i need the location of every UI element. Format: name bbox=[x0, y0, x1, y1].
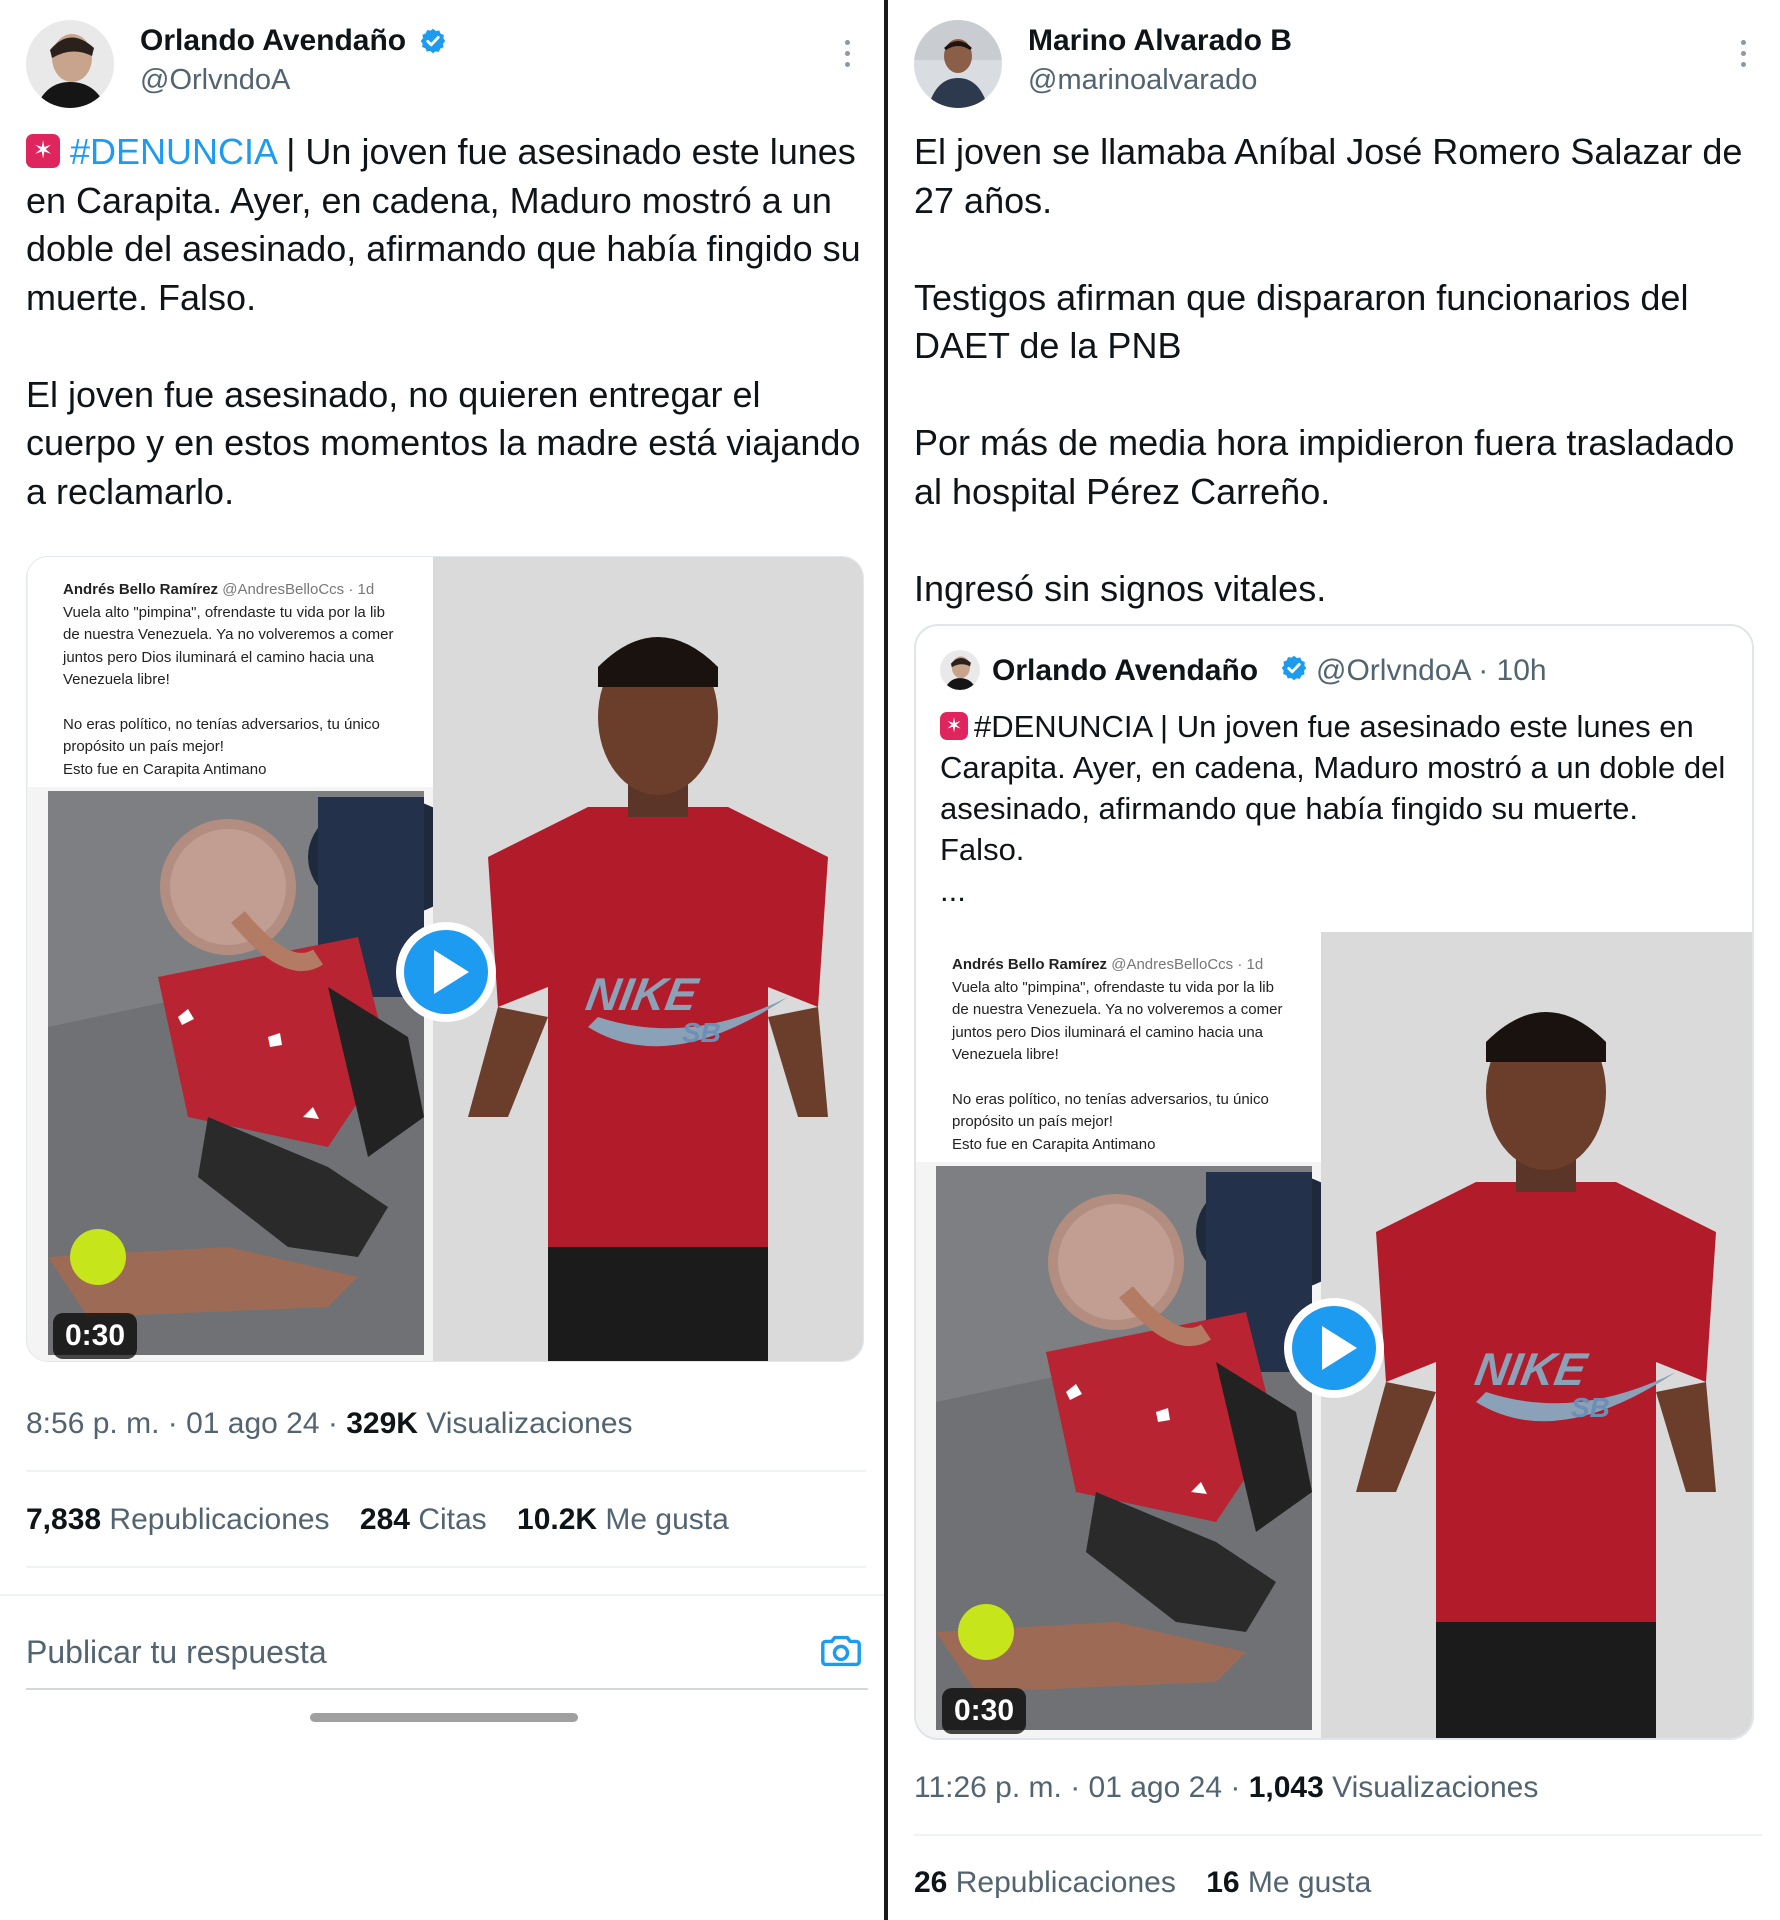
tweet-paragraph: Por más de media hora impidieron fuera t… bbox=[914, 422, 1735, 512]
tweet-meta: 8:56 p. m. · 01 ago 24 · 329K Visualizac… bbox=[26, 1407, 633, 1440]
quoted-tweet[interactable]: Orlando Avendaño @OrlvndoA · 10h #DENUNC… bbox=[914, 624, 1754, 1740]
quoted-hashtag: #DENUNCIA bbox=[974, 709, 1152, 744]
shirt-logo-sub: SB bbox=[1571, 1392, 1610, 1423]
views-label: Visualizaciones bbox=[1332, 1771, 1539, 1804]
video-duration: 0:30 bbox=[53, 1313, 138, 1359]
views-count: 329K bbox=[346, 1407, 418, 1440]
embedded-post-line: Esto fue en Carapita Antimano bbox=[952, 1135, 1156, 1153]
views-count: 1,043 bbox=[1248, 1771, 1324, 1804]
reposts-stat[interactable]: 26 Republicaciones bbox=[914, 1866, 1176, 1899]
likes-stat[interactable]: 10.2K Me gusta bbox=[517, 1503, 729, 1536]
tweet-paragraph: El joven se llamaba Aníbal José Romero S… bbox=[914, 131, 1743, 221]
left-tweet-panel: Orlando Avendaño @OrlvndoA #DENUNCIA | U… bbox=[0, 0, 884, 1920]
engagement-stats: 26 Republicaciones 16 Me gusta bbox=[914, 1866, 1371, 1900]
embedded-post-name: Andrés Bello Ramírez bbox=[63, 581, 219, 598]
tweet-text-p2: El joven fue asesinado, no quieren entre… bbox=[26, 373, 861, 512]
author-name[interactable]: Marino Alvarado B bbox=[1028, 24, 1292, 58]
author-avatar[interactable] bbox=[914, 20, 1002, 108]
embedded-post-line: propósito un país mejor! bbox=[63, 738, 224, 755]
home-indicator bbox=[310, 1713, 578, 1722]
embedded-post-line: propósito un país mejor! bbox=[952, 1113, 1113, 1130]
shirt-logo-sub: SB bbox=[682, 1017, 721, 1048]
author-name[interactable]: Orlando Avendaño bbox=[140, 24, 406, 58]
tweet-text: #DENUNCIA | Un joven fue asesinado este … bbox=[26, 128, 866, 516]
camera-icon[interactable] bbox=[818, 1628, 864, 1674]
quoted-tweet-text: #DENUNCIA | Un joven fue asesinado este … bbox=[940, 706, 1730, 911]
author-avatar[interactable] bbox=[26, 20, 114, 108]
divider bbox=[26, 1470, 866, 1472]
tweet-header: Orlando Avendaño @OrlvndoA bbox=[26, 16, 858, 108]
author-handle[interactable]: @OrlvndoA bbox=[140, 64, 290, 97]
divider bbox=[914, 1834, 1762, 1836]
play-icon[interactable] bbox=[394, 920, 498, 1024]
tweet-header: Marino Alvarado B @marinoalvarado bbox=[914, 16, 1754, 108]
embedded-post-line: Vuela alto "pimpina", ofrendaste tu vida… bbox=[63, 603, 385, 621]
divider bbox=[0, 1594, 884, 1596]
views-label: Visualizaciones bbox=[426, 1407, 633, 1440]
quotes-stat[interactable]: 284 Citas bbox=[360, 1503, 487, 1536]
embedded-post-line: de nuestra Venezuela. Ya no volveremos a… bbox=[63, 626, 394, 643]
embedded-post-name: Andrés Bello Ramírez bbox=[952, 956, 1108, 973]
tweet-date[interactable]: 01 ago 24 bbox=[186, 1407, 319, 1440]
quoted-author-avatar bbox=[940, 650, 980, 690]
tweet-paragraph: Testigos afirman que dispararon funciona… bbox=[914, 276, 1689, 367]
embedded-post-line: juntos pero Dios iluminará el camino hac… bbox=[63, 648, 375, 666]
quoted-author-handle: @OrlvndoA · 10h bbox=[1316, 654, 1547, 687]
quoted-ellipsis: ... bbox=[940, 873, 966, 908]
siren-emoji-icon bbox=[26, 134, 60, 168]
embedded-post: Andrés Bello Ramírez @AndresBelloCcs · 1… bbox=[952, 954, 1312, 1156]
embedded-post-handle: @AndresBelloCcs · 1d bbox=[1111, 956, 1264, 973]
embedded-post-line: juntos pero Dios iluminará el camino hac… bbox=[952, 1023, 1264, 1041]
video-media[interactable]: Andrés Bello Ramírez @AndresBelloCcs · 1… bbox=[26, 556, 864, 1362]
likes-stat[interactable]: 16 Me gusta bbox=[1206, 1866, 1371, 1899]
play-icon[interactable] bbox=[1282, 1296, 1386, 1400]
shirt-logo: NIKE bbox=[1471, 1343, 1591, 1395]
embedded-post-line: Venezuela libre! bbox=[63, 671, 170, 688]
tweet-text: El joven se llamaba Aníbal José Romero S… bbox=[914, 128, 1762, 613]
tweet-meta: 11:26 p. m. · 01 ago 24 · 1,043 Visualiz… bbox=[914, 1771, 1539, 1804]
verified-badge-icon bbox=[1280, 654, 1308, 682]
reply-input[interactable]: Publicar tu respuesta bbox=[26, 1634, 327, 1671]
embedded-post-line: No eras político, no tenías adversarios,… bbox=[952, 1090, 1269, 1108]
tweet-paragraph: Ingresó sin signos vitales. bbox=[914, 567, 1327, 609]
tweet-time[interactable]: 8:56 p. m. bbox=[26, 1407, 159, 1440]
engagement-stats: 7,838 Republicaciones 284 Citas 10.2K Me… bbox=[26, 1503, 729, 1537]
hashtag-link[interactable]: #DENUNCIA bbox=[70, 131, 276, 172]
more-options-icon[interactable] bbox=[1738, 40, 1748, 74]
embedded-post-line: No eras político, no tenías adversarios,… bbox=[63, 715, 380, 733]
tweet-date[interactable]: 01 ago 24 bbox=[1089, 1771, 1222, 1804]
video-duration: 0:30 bbox=[942, 1688, 1027, 1734]
embedded-post-line: Venezuela libre! bbox=[952, 1046, 1059, 1063]
right-tweet-panel: Marino Alvarado B @marinoalvarado El jov… bbox=[888, 0, 1780, 1920]
reposts-stat[interactable]: 7,838 Republicaciones bbox=[26, 1503, 330, 1536]
quoted-video-media[interactable]: Andrés Bello Ramírez @AndresBelloCcs · 1… bbox=[916, 932, 1752, 1738]
verified-badge-icon bbox=[419, 27, 447, 55]
reply-composer[interactable]: Publicar tu respuesta bbox=[26, 1620, 868, 1690]
embedded-post-line: Vuela alto "pimpina", ofrendaste tu vida… bbox=[952, 978, 1274, 996]
embedded-post-line: de nuestra Venezuela. Ya no volveremos a… bbox=[952, 1001, 1283, 1018]
author-handle[interactable]: @marinoalvarado bbox=[1028, 64, 1257, 97]
siren-emoji-icon bbox=[940, 712, 968, 740]
more-options-icon[interactable] bbox=[842, 40, 852, 74]
quoted-author-name: Orlando Avendaño bbox=[992, 654, 1259, 687]
embedded-post-line: Esto fue en Carapita Antimano bbox=[63, 760, 267, 778]
embedded-post: Andrés Bello Ramírez @AndresBelloCcs · 1… bbox=[63, 579, 423, 781]
tweet-time[interactable]: 11:26 p. m. bbox=[914, 1771, 1062, 1804]
divider bbox=[26, 1566, 866, 1568]
embedded-post-handle: @AndresBelloCcs · 1d bbox=[222, 581, 375, 598]
shirt-logo: NIKE bbox=[582, 968, 702, 1020]
